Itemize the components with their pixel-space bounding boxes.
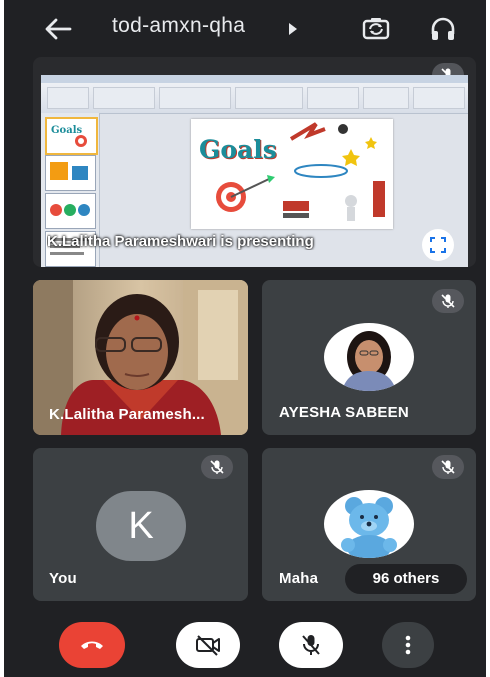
mic-toggle-button[interactable] [279, 622, 343, 668]
phone-hangup-icon [81, 641, 103, 649]
participant-name: Maha [279, 570, 319, 587]
participant-name: AYESHA SABEEN [279, 404, 409, 421]
mic-off-badge [201, 455, 233, 479]
chevron-right-icon[interactable] [288, 22, 298, 36]
presentation-tile[interactable]: Goals Goals K.Lalitha Parameshwari is pr… [33, 57, 476, 267]
more-vert-icon [405, 635, 411, 655]
end-call-button[interactable] [59, 622, 125, 668]
camera-toggle-button[interactable] [176, 622, 240, 668]
participant-name: K.Lalitha Paramesh... [49, 406, 205, 423]
avatar [324, 490, 414, 558]
slide-goals: Goals [191, 119, 393, 229]
goals-clipart [216, 122, 385, 221]
camera-switch-icon[interactable] [361, 14, 391, 44]
participant-name: You [49, 570, 77, 587]
office-ribbon [41, 75, 468, 114]
slide-thumbnail: Goals [45, 117, 98, 155]
more-options-button[interactable] [382, 622, 434, 668]
fullscreen-button[interactable] [422, 229, 454, 261]
back-arrow-icon[interactable] [40, 14, 74, 44]
participant-tile-lalitha[interactable]: K.Lalitha Paramesh... [33, 280, 248, 435]
participant-tile-maha[interactable]: Maha 96 others [262, 448, 476, 601]
svg-text:Goals: Goals [51, 125, 82, 136]
others-count-button[interactable]: 96 others [345, 564, 467, 594]
slide-thumbnail [45, 155, 96, 191]
meeting-code[interactable]: tod-amxn-qha [112, 14, 245, 38]
headphones-icon[interactable] [428, 14, 458, 44]
slide-thumbnail [45, 193, 96, 229]
meet-call-screen: tod-amxn-qha Goals Goals K.Lalitha Param… [4, 0, 486, 677]
participant-tile-ayesha[interactable]: AYESHA SABEEN [262, 280, 476, 435]
call-controls [4, 612, 486, 677]
avatar-initial: K [96, 491, 186, 561]
top-bar: tod-amxn-qha [4, 0, 486, 58]
presenting-label: K.Lalitha Parameshwari is presenting [47, 233, 314, 250]
mic-off-icon [302, 635, 320, 655]
avatar [324, 323, 414, 391]
participant-tile-you[interactable]: K You [33, 448, 248, 601]
fullscreen-icon [430, 237, 446, 253]
mic-off-badge [432, 455, 464, 479]
mic-off-badge [432, 289, 464, 313]
camera-off-icon [196, 635, 220, 656]
